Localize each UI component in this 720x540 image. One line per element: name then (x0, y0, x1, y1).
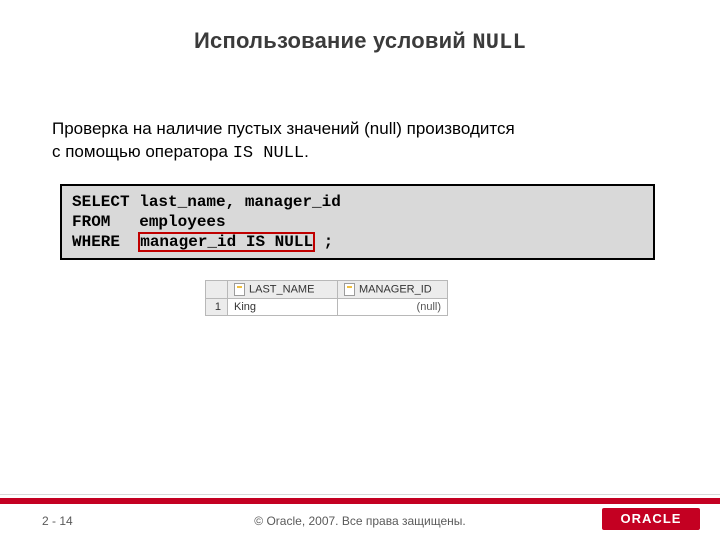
col-label-lastname: LAST_NAME (249, 283, 314, 295)
col-label-managerid: MANAGER_ID (359, 283, 432, 295)
code-line-3-before: WHERE (72, 233, 139, 251)
code-line-1: SELECT last_name, manager_id (72, 193, 341, 211)
title-mono: NULL (472, 30, 526, 55)
code-line-3-after: ; (314, 233, 333, 251)
result-col-lastname: LAST_NAME (228, 281, 338, 299)
result-index-header (206, 281, 228, 299)
table-row: 1 King (null) (206, 299, 448, 316)
column-icon (344, 283, 355, 296)
body-line2-mono: IS NULL (233, 144, 304, 163)
column-icon (234, 283, 245, 296)
footer: 2 - 14 © Oracle, 2007. Все права защищен… (0, 492, 720, 540)
body-line1: Проверка на наличие пустых значений (nul… (52, 119, 515, 138)
code-line-2: FROM employees (72, 213, 226, 231)
result-table: LAST_NAME MANAGER_ID 1 King (null) (205, 280, 448, 316)
result-col-managerid: MANAGER_ID (338, 281, 448, 299)
slide-title: Использование условий NULL (0, 28, 720, 55)
footer-divider (0, 494, 720, 495)
body-line2-prefix: с помощью оператора (52, 142, 233, 161)
cell-managerid: (null) (338, 299, 448, 316)
result-header-row: LAST_NAME MANAGER_ID (206, 281, 448, 299)
row-index: 1 (206, 299, 228, 316)
slide: Использование условий NULL Проверка на н… (0, 0, 720, 540)
title-text: Использование условий (194, 28, 472, 53)
sql-code-box: SELECT last_name, manager_id FROM employ… (60, 184, 655, 260)
cell-lastname: King (228, 299, 338, 316)
body-line2-suffix: . (304, 142, 309, 161)
oracle-logo: ORACLE (602, 508, 700, 530)
code-highlight: manager_id IS NULL (139, 233, 314, 251)
body-text: Проверка на наличие пустых значений (nul… (52, 118, 668, 166)
footer-red-bar (0, 498, 720, 504)
